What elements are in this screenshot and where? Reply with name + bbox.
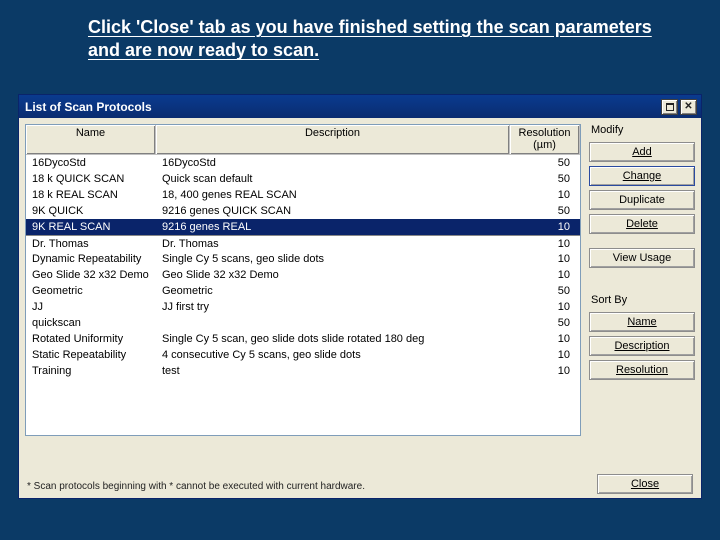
sortby-description-button[interactable]: Description: [589, 336, 695, 356]
table-row[interactable]: Trainingtest10: [26, 363, 580, 379]
side-panel: Modify Add Change Duplicate Delete View …: [589, 124, 695, 470]
table-row[interactable]: Dr. ThomasDr. Thomas10: [26, 235, 580, 251]
maximize-icon: [666, 103, 674, 111]
cell-name: 18 k QUICK SCAN: [26, 173, 156, 185]
cell-resolution: 10: [510, 349, 580, 361]
close-button[interactable]: Close: [597, 474, 693, 494]
cell-description: 9216 genes REAL: [156, 221, 510, 233]
cell-name: 18 k REAL SCAN: [26, 189, 156, 201]
cell-name: quickscan: [26, 317, 156, 329]
close-area: Close: [597, 474, 693, 494]
cell-resolution: 50: [510, 285, 580, 297]
cell-name: Training: [26, 365, 156, 377]
sortby-resolution-button[interactable]: Resolution: [589, 360, 695, 380]
table-row[interactable]: Dynamic RepeatabilitySingle Cy 5 scans, …: [26, 251, 580, 267]
sortby-label: Sort By: [589, 294, 695, 308]
cell-resolution: 10: [510, 189, 580, 201]
cell-name: 16DycoStd: [26, 157, 156, 169]
cell-name: JJ: [26, 301, 156, 313]
cell-description: 9216 genes QUICK SCAN: [156, 205, 510, 217]
modify-label: Modify: [589, 124, 695, 138]
sortby-name-button[interactable]: Name: [589, 312, 695, 332]
cell-resolution: 50: [510, 205, 580, 217]
cell-description: 16DycoStd: [156, 157, 510, 169]
cell-resolution: 10: [510, 221, 580, 233]
table-row[interactable]: Geo Slide 32 x32 DemoGeo Slide 32 x32 De…: [26, 267, 580, 283]
delete-button[interactable]: Delete: [589, 214, 695, 234]
cell-resolution: 10: [510, 253, 580, 265]
cell-description: Geometric: [156, 285, 510, 297]
table-row[interactable]: Rotated UniformitySingle Cy 5 scan, geo …: [26, 331, 580, 347]
client-area: Name Description Resolution (µm) 16DycoS…: [19, 118, 701, 498]
cell-resolution: 10: [510, 365, 580, 377]
cell-resolution: 50: [510, 317, 580, 329]
table-row[interactable]: 18 k REAL SCAN18, 400 genes REAL SCAN10: [26, 187, 580, 203]
table-row[interactable]: quickscan 50: [26, 315, 580, 331]
add-button[interactable]: Add: [589, 142, 695, 162]
cell-resolution: 10: [510, 333, 580, 345]
cell-resolution: 50: [510, 173, 580, 185]
view-usage-button[interactable]: View Usage: [589, 248, 695, 268]
cell-resolution: 10: [510, 238, 580, 250]
cell-description: test: [156, 365, 510, 377]
protocols-list[interactable]: Name Description Resolution (µm) 16DycoS…: [25, 124, 581, 436]
list-body: 16DycoStd16DycoStd5018 k QUICK SCANQuick…: [26, 155, 580, 435]
window-title: List of Scan Protocols: [25, 100, 661, 114]
cell-description: 18, 400 genes REAL SCAN: [156, 189, 510, 201]
cell-description: Geo Slide 32 x32 Demo: [156, 269, 510, 281]
cell-resolution: 10: [510, 269, 580, 281]
cell-name: Rotated Uniformity: [26, 333, 156, 345]
col-header-resolution[interactable]: Resolution (µm): [510, 125, 580, 154]
title-controls: ✕: [661, 99, 697, 115]
cell-resolution: 10: [510, 301, 580, 313]
cell-name: Dr. Thomas: [26, 238, 156, 250]
cell-resolution: 50: [510, 157, 580, 169]
cell-name: Geometric: [26, 285, 156, 297]
table-row[interactable]: 9K QUICK9216 genes QUICK SCAN50: [26, 203, 580, 219]
close-window-button[interactable]: ✕: [680, 99, 697, 115]
col-header-description[interactable]: Description: [156, 125, 510, 154]
cell-description: 4 consecutive Cy 5 scans, geo slide dots: [156, 349, 510, 361]
cell-name: Dynamic Repeatability: [26, 253, 156, 265]
cell-description: JJ first try: [156, 301, 510, 313]
change-button[interactable]: Change: [589, 166, 695, 186]
table-row[interactable]: JJJJ first try10: [26, 299, 580, 315]
table-row[interactable]: 9K REAL SCAN9216 genes REAL10: [26, 219, 580, 235]
cell-name: 9K QUICK: [26, 205, 156, 217]
table-row[interactable]: Static Repeatability4 consecutive Cy 5 s…: [26, 347, 580, 363]
maximize-button[interactable]: [661, 99, 678, 115]
duplicate-button[interactable]: Duplicate: [589, 190, 695, 210]
cell-description: Single Cy 5 scan, geo slide dots slide r…: [156, 333, 510, 345]
scan-protocols-window: List of Scan Protocols ✕ Name Descriptio…: [18, 94, 702, 499]
footnote: * Scan protocols beginning with * cannot…: [27, 481, 365, 492]
table-row[interactable]: 16DycoStd16DycoStd50: [26, 155, 580, 171]
cell-description: Single Cy 5 scans, geo slide dots: [156, 253, 510, 265]
cell-name: Geo Slide 32 x32 Demo: [26, 269, 156, 281]
cell-name: Static Repeatability: [26, 349, 156, 361]
cell-description: Dr. Thomas: [156, 238, 510, 250]
cell-description: Quick scan default: [156, 173, 510, 185]
table-row[interactable]: GeometricGeometric50: [26, 283, 580, 299]
instruction-text: Click 'Close' tab as you have finished s…: [88, 16, 660, 63]
close-icon: ✕: [684, 101, 692, 112]
table-row[interactable]: 18 k QUICK SCANQuick scan default50: [26, 171, 580, 187]
cell-name: 9K REAL SCAN: [26, 221, 156, 233]
col-header-name[interactable]: Name: [26, 125, 156, 154]
titlebar[interactable]: List of Scan Protocols ✕: [19, 95, 701, 118]
list-header: Name Description Resolution (µm): [26, 125, 580, 155]
